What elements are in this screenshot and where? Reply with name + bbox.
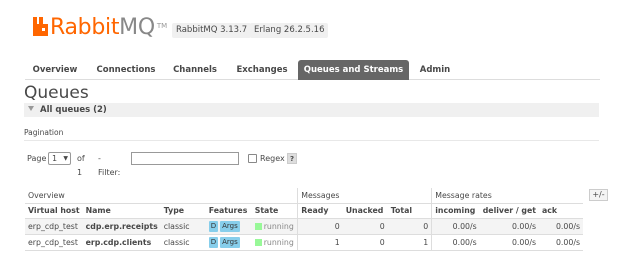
cell-incoming: 0.00/s	[431, 218, 480, 235]
tab-connections[interactable]: Connections	[89, 60, 163, 80]
table-row[interactable]: erp_cdp_test erp.cdp.clients classic D Ar…	[25, 234, 584, 251]
page-select-value: 1	[52, 154, 58, 163]
cell-state: running	[251, 234, 298, 251]
rabbitmq-logo-icon	[33, 17, 48, 36]
col-state[interactable]: State	[251, 203, 298, 219]
state-text: running	[263, 237, 294, 247]
table-header-row: Virtual host Name Type Features State Re…	[25, 203, 584, 219]
col-ready[interactable]: Ready	[297, 203, 343, 219]
tab-queues-and-streams[interactable]: Queues and Streams	[298, 60, 409, 80]
cell-vhost: erp_cdp_test	[25, 234, 83, 251]
running-status-icon	[254, 238, 262, 246]
collapse-triangle-icon	[28, 106, 34, 111]
filter-input[interactable]	[131, 152, 239, 165]
pagination-title: Pagination	[24, 128, 64, 137]
cell-total: 1	[387, 234, 432, 251]
regex-label: Regex	[260, 154, 285, 163]
cell-ack: 0.00/s	[539, 218, 584, 235]
queue-name-link[interactable]: cdp.erp.receipts	[82, 218, 161, 235]
cell-features: D Args	[205, 218, 252, 235]
regex-checkbox[interactable]	[248, 154, 257, 163]
cell-type: classic	[160, 218, 206, 235]
feature-args-badge: Args	[220, 220, 240, 232]
rabbitmq-logo[interactable]: RabbitMQ TM	[33, 12, 167, 40]
col-features[interactable]: Features	[205, 203, 252, 219]
col-virtual-host[interactable]: Virtual host	[25, 203, 83, 219]
feature-durable-badge: D	[208, 220, 219, 232]
group-overview: Overview	[25, 188, 298, 204]
tab-exchanges[interactable]: Exchanges	[229, 60, 295, 80]
col-deliver-get[interactable]: deliver / get	[479, 203, 540, 219]
cell-features: D Args	[205, 234, 252, 251]
chevron-down-icon: ▼	[63, 155, 68, 162]
logo-rabbit-text: Rabbit	[50, 15, 120, 40]
col-type[interactable]: Type	[160, 203, 206, 219]
logo-trademark: TM	[156, 22, 168, 30]
tab-channels[interactable]: Channels	[167, 60, 223, 80]
queue-name-link[interactable]: erp.cdp.clients	[82, 234, 161, 251]
divider	[24, 140, 599, 141]
header: RabbitMQ TM RabbitMQ 3.13.7 Erlang 26.2.…	[0, 0, 624, 60]
col-unacked[interactable]: Unacked	[342, 203, 388, 219]
filter-label: - Filter:	[98, 154, 121, 177]
running-status-icon	[254, 222, 262, 230]
col-total[interactable]: Total	[387, 203, 432, 219]
column-toggle-button[interactable]: +/-	[589, 189, 608, 201]
page-label: Page	[27, 154, 47, 163]
cell-vhost: erp_cdp_test	[25, 218, 83, 235]
cell-ready: 1	[297, 234, 343, 251]
tab-admin[interactable]: Admin	[411, 60, 459, 80]
cell-unacked: 0	[342, 234, 388, 251]
cell-ack: 0.00/s	[539, 234, 584, 251]
help-icon[interactable]: ?	[287, 153, 297, 164]
col-ack[interactable]: ack	[539, 203, 584, 219]
state-text: running	[263, 221, 294, 231]
section-title: All queues (2)	[40, 105, 107, 115]
feature-args-badge: Args	[220, 236, 240, 248]
cell-incoming: 0.00/s	[431, 234, 480, 251]
page-count-label: of 1	[77, 154, 85, 177]
logo-wordmark: RabbitMQ	[50, 16, 155, 40]
cell-type: classic	[160, 234, 206, 251]
page-title: Queues	[24, 83, 89, 103]
all-queues-section-header[interactable]: All queues (2)	[24, 103, 599, 117]
group-message-rates: Message rates	[431, 188, 584, 204]
queues-table: Overview Messages Message rates Virtual …	[25, 188, 584, 251]
col-name[interactable]: Name	[82, 203, 161, 219]
cell-deliver-get: 0.00/s	[479, 218, 540, 235]
col-incoming[interactable]: incoming	[431, 203, 480, 219]
group-messages: Messages	[297, 188, 432, 204]
rabbitmq-version-badge: RabbitMQ 3.13.7	[172, 23, 252, 38]
cell-unacked: 0	[342, 218, 388, 235]
main-nav-tabs: Overview Connections Channels Exchanges …	[25, 60, 600, 80]
cell-deliver-get: 0.00/s	[479, 234, 540, 251]
feature-durable-badge: D	[208, 236, 219, 248]
page-select[interactable]: 1 ▼	[48, 152, 71, 165]
erlang-version-badge: Erlang 26.2.5.16	[250, 23, 329, 38]
table-group-header-row: Overview Messages Message rates	[25, 188, 584, 204]
cell-total: 0	[387, 218, 432, 235]
cell-ready: 0	[297, 218, 343, 235]
cell-state: running	[251, 218, 298, 235]
table-row[interactable]: erp_cdp_test cdp.erp.receipts classic DA…	[25, 218, 584, 235]
tab-overview[interactable]: Overview	[25, 60, 85, 80]
logo-mq-text: MQ	[119, 15, 155, 40]
